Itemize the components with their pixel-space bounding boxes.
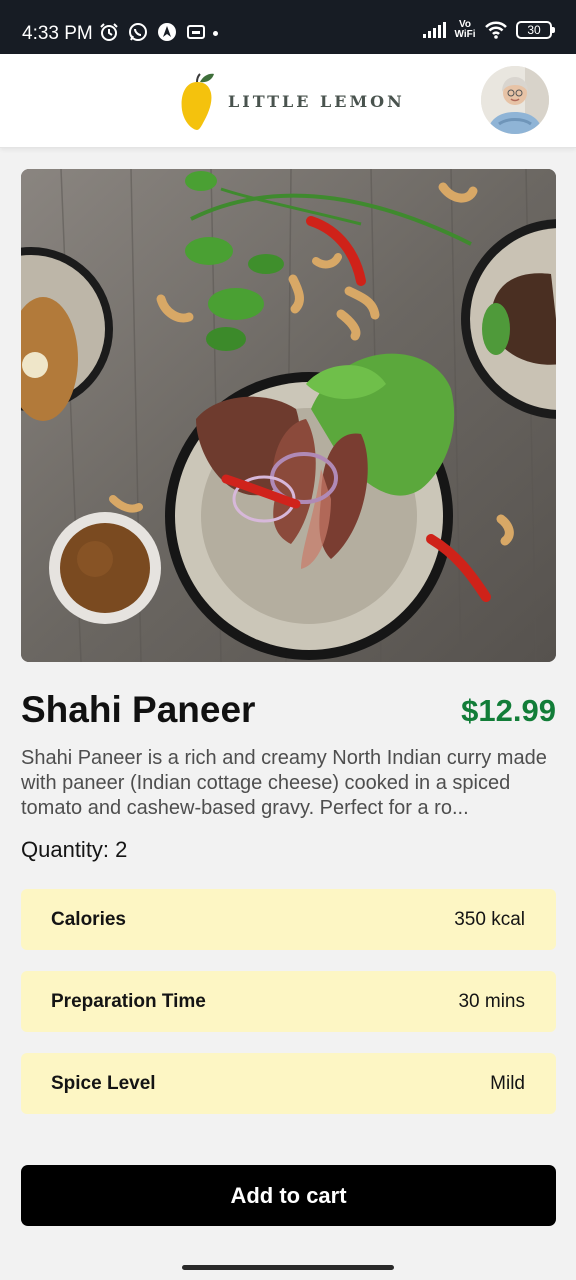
dish-price: $12.99 bbox=[461, 693, 556, 728]
notification-icons bbox=[99, 22, 206, 42]
detail-label: Preparation Time bbox=[51, 990, 206, 1012]
status-time: 4:33 PM bbox=[22, 23, 93, 44]
battery-icon: 30 bbox=[516, 21, 555, 39]
detail-label: Calories bbox=[51, 908, 126, 930]
detail-row-calories: Calories 350 kcal bbox=[21, 889, 556, 950]
detail-label: Spice Level bbox=[51, 1072, 156, 1094]
more-notifications-dot bbox=[213, 31, 218, 36]
add-to-cart-button[interactable]: Add to cart bbox=[21, 1165, 556, 1226]
app-header: LITTLE LEMON bbox=[0, 54, 576, 148]
detail-value: Mild bbox=[490, 1072, 525, 1094]
home-indicator[interactable] bbox=[182, 1265, 394, 1270]
dish-title: Shahi Paneer bbox=[21, 689, 256, 730]
nav-arrow-icon bbox=[158, 23, 176, 41]
quantity-label: Quantity: 2 bbox=[21, 837, 128, 862]
brand-name: LITTLE LEMON bbox=[228, 91, 405, 111]
dish-photo bbox=[21, 169, 556, 662]
detail-value: 30 mins bbox=[458, 990, 525, 1012]
signal-icon bbox=[423, 22, 446, 38]
little-lemon-logo[interactable]: LITTLE LEMON bbox=[178, 70, 405, 132]
detail-row-preparation-time: Preparation Time 30 mins bbox=[21, 971, 556, 1032]
dish-description: Shahi Paneer is a rich and creamy North … bbox=[21, 747, 547, 819]
wifi-icon bbox=[485, 21, 507, 39]
lemon-icon bbox=[181, 73, 214, 130]
vowifi-label: Vo WiFi bbox=[454, 19, 476, 40]
system-icons: Vo WiFi 30 bbox=[422, 19, 555, 40]
voicemail-icon bbox=[187, 25, 205, 39]
detail-value: 350 kcal bbox=[454, 908, 525, 930]
whatsapp-icon bbox=[129, 23, 147, 41]
detail-row-spice-level: Spice Level Mild bbox=[21, 1053, 556, 1114]
status-bar: 4:33 PM Vo WiFi 30 bbox=[0, 0, 576, 54]
profile-avatar[interactable] bbox=[481, 66, 549, 134]
alarm-icon bbox=[100, 23, 118, 41]
